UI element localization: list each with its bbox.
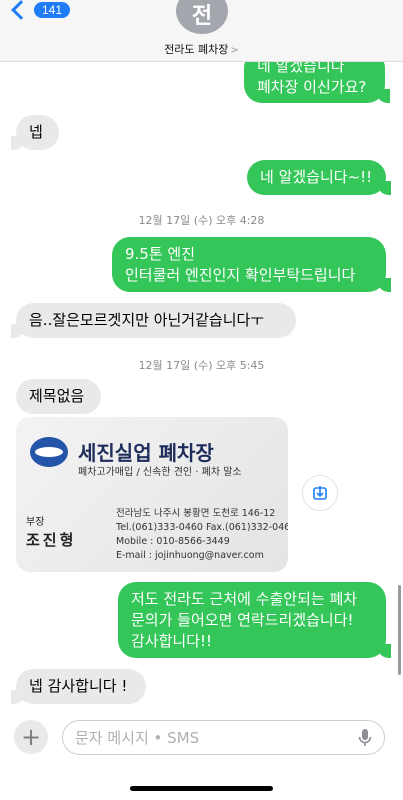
chevron-right-icon: > bbox=[230, 45, 239, 56]
message-bubble-incoming[interactable]: 음..잘은모르겟지만 아닌거같습니다ㅜ bbox=[11, 303, 296, 338]
message-input[interactable]: 문자 메시지 • SMS bbox=[62, 720, 385, 755]
message-text: 폐차장 이신가요? bbox=[257, 78, 367, 96]
message-bubble-outgoing[interactable]: 9.5톤 엔진 인터쿨러 엔진인지 확인부탁드립니다 bbox=[112, 237, 391, 292]
card-tagline: 폐차고가매입 / 신속한 견인 · 폐차 말소 bbox=[78, 467, 242, 478]
message-text: 넵 bbox=[29, 123, 43, 141]
plus-icon: + bbox=[20, 723, 42, 751]
timestamp: 12월 17일 (수) 오후 5:45 bbox=[138, 359, 265, 372]
message-text: 음..잘은모르겟지만 아닌거같습니다ㅜ bbox=[29, 311, 265, 329]
chevron-left-icon bbox=[11, 0, 31, 20]
message-bubble-outgoing[interactable]: 저도 전라도 근처에 수출안되는 폐차 문의가 들어오면 연락드리겠습니다! 감… bbox=[118, 582, 391, 658]
card-address: 전라남도 나주시 봉황면 도천로 146-12 bbox=[116, 508, 276, 519]
card-surface: 세진실업 폐차장 폐차고가매입 / 신속한 견인 · 폐차 말소 부장 조진형 … bbox=[16, 417, 288, 572]
scrollbar[interactable] bbox=[398, 585, 401, 675]
message-text: 네 알겠습니다~!! bbox=[260, 168, 373, 186]
contact-name-label: 전라도 폐차장 bbox=[164, 43, 229, 56]
message-bubble-incoming[interactable]: 넵 감사합니다 ! bbox=[11, 669, 146, 704]
message-text: 제목없음 bbox=[29, 387, 85, 405]
message-text: 9.5톤 엔진 bbox=[125, 245, 196, 263]
share-download-icon bbox=[313, 486, 327, 500]
message-text: 감사합니다!! bbox=[131, 632, 213, 650]
card-company-name: 세진실업 폐차장 bbox=[78, 441, 214, 465]
unread-count-badge: 141 bbox=[34, 2, 71, 18]
message-text: 저도 전라도 근처에 수출안되는 폐차 bbox=[131, 590, 358, 608]
add-attachment-button[interactable]: + bbox=[14, 720, 48, 754]
home-indicator[interactable] bbox=[130, 786, 273, 791]
message-bubble-incoming[interactable]: 제목없음 bbox=[16, 379, 101, 414]
card-person-name: 조진형 bbox=[26, 531, 77, 549]
message-text: 문의가 들어오면 연락드리겠습니다! bbox=[131, 611, 354, 629]
message-input-placeholder: 문자 메시지 • SMS bbox=[75, 729, 200, 747]
timestamp: 12월 17일 (수) 오후 4:28 bbox=[138, 214, 265, 227]
message-text: 인터쿨러 엔진인지 확인부탁드립니다 bbox=[125, 266, 356, 284]
back-button[interactable]: 141 bbox=[11, 0, 71, 20]
contact-name[interactable]: 전라도 폐차장 > bbox=[0, 41, 403, 57]
business-card-image[interactable]: 세진실업 폐차장 폐차고가매입 / 신속한 견인 · 폐차 말소 부장 조진형 … bbox=[16, 417, 288, 572]
card-tel: Tel.(061)333-0460 Fax.(061)332-0460 bbox=[116, 522, 288, 533]
message-bubble-outgoing[interactable]: 네 알겠습니다~!! bbox=[247, 160, 391, 195]
card-email: E-mail : jojinhuong@naver.com bbox=[116, 550, 264, 561]
microphone-icon[interactable] bbox=[358, 728, 372, 748]
card-contact-info: 전라남도 나주시 봉황면 도천로 146-12 Tel.(061)333-046… bbox=[116, 507, 288, 563]
card-role: 부장 bbox=[26, 517, 45, 528]
company-logo-icon bbox=[30, 437, 68, 467]
conversation-header: 141 전 전라도 폐차장 > bbox=[0, 0, 403, 62]
share-download-button[interactable] bbox=[302, 475, 338, 511]
card-mobile: Mobile : 010-8566-3449 bbox=[116, 536, 230, 547]
message-text: 넵 감사합니다 ! bbox=[29, 677, 128, 695]
avatar[interactable]: 전 bbox=[176, 0, 228, 34]
message-bubble-incoming[interactable]: 넵 bbox=[11, 115, 59, 150]
